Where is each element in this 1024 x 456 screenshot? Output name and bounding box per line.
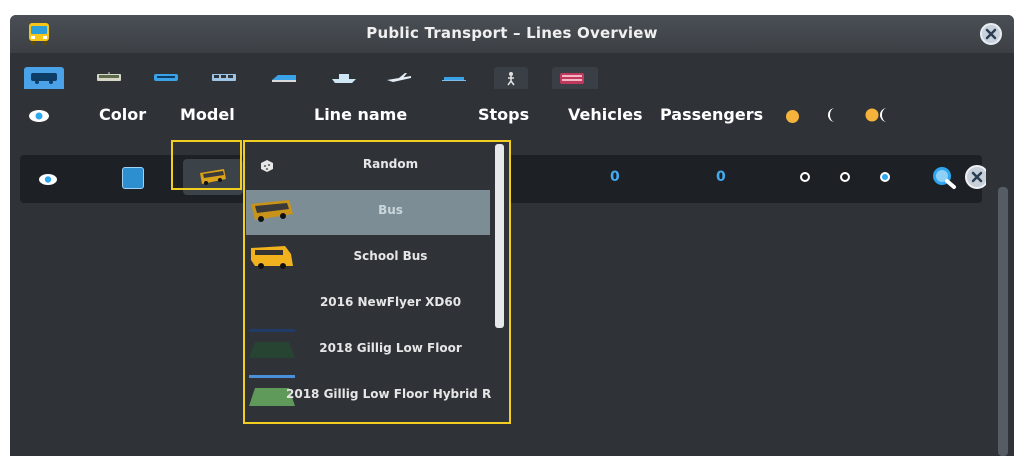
dropdown-item-gillig[interactable]: 2018 Gillig Low Floor	[246, 328, 490, 373]
dropdown-item-label: Random	[362, 157, 419, 171]
tab-ship[interactable]	[324, 67, 364, 89]
dice-icon	[260, 158, 274, 177]
tram-icon	[97, 72, 121, 81]
line-color-swatch[interactable]	[122, 167, 144, 189]
dropdown-item-label: 2018 Gillig Low Floor	[319, 341, 462, 355]
column-passengers[interactable]: Passengers	[660, 105, 763, 124]
dropdown-item-school-bus[interactable]: School Bus	[246, 236, 490, 281]
tab-bus[interactable]	[24, 67, 64, 89]
model-highlight	[171, 140, 242, 190]
lines-overview-window: Public Transport – Lines Overview Color …	[10, 15, 1014, 456]
scrollbar-thumb[interactable]	[998, 187, 1008, 456]
tab-pedestrian[interactable]	[494, 67, 528, 89]
dropdown-item-label: Bus	[378, 203, 403, 217]
passenger-count: 0	[716, 169, 726, 185]
list-scrollbar[interactable]	[986, 139, 1014, 456]
column-model[interactable]: Model	[180, 105, 235, 124]
schedule-day-night-radio[interactable]	[880, 172, 890, 182]
ship-icon	[332, 74, 356, 83]
magnifier-icon[interactable]	[932, 166, 958, 194]
schedule-day-radio[interactable]	[800, 172, 810, 182]
metro-icon	[154, 74, 178, 81]
column-vehicles[interactable]: Vehicles	[568, 105, 643, 124]
tab-airplane[interactable]	[379, 67, 419, 89]
train-icon	[212, 74, 236, 81]
dropdown-item-gillig-hybrid[interactable]: 2018 Gillig Low Floor Hybrid R	[246, 374, 492, 419]
dropdown-scrollbar[interactable]	[495, 144, 504, 328]
eye-icon[interactable]	[28, 108, 50, 127]
column-color[interactable]: Color	[99, 105, 146, 124]
gillig-thumbnail	[249, 328, 297, 364]
tab-double-decker[interactable]	[552, 67, 598, 89]
airplane-icon	[387, 73, 411, 82]
vehicle-count: 0	[610, 169, 620, 185]
monorail-icon	[272, 75, 296, 82]
double-decker-icon	[560, 73, 584, 84]
dropdown-item-label: 2018 Gillig Low Floor Hybrid R	[286, 387, 492, 401]
dropdown-item-bus[interactable]: Bus	[246, 190, 490, 235]
dropdown-item-random[interactable]: Random	[246, 144, 490, 189]
schedule-night-radio[interactable]	[840, 172, 850, 182]
tab-train[interactable]	[204, 67, 244, 89]
tab-monorail[interactable]	[264, 67, 304, 89]
bus-icon	[31, 73, 57, 84]
model-dropdown[interactable]: Random Bus School Bus 2016 NewFlyer XD60…	[243, 140, 511, 424]
column-line-name[interactable]: Line name	[314, 105, 407, 124]
school-bus-thumbnail	[249, 244, 295, 274]
sun-icon	[786, 110, 799, 123]
window-title: Public Transport – Lines Overview	[366, 24, 658, 42]
title-bar[interactable]: Public Transport – Lines Overview	[10, 15, 1014, 53]
dropdown-item-label: School Bus	[353, 249, 428, 263]
tab-metro[interactable]	[146, 67, 186, 89]
tab-ferry[interactable]	[434, 67, 474, 89]
pedestrian-icon	[507, 72, 515, 86]
eye-icon[interactable]	[38, 171, 58, 190]
column-stops[interactable]: Stops	[478, 105, 529, 124]
moon-icon	[826, 107, 840, 127]
close-icon[interactable]	[980, 23, 1002, 45]
dropdown-item-label: 2016 NewFlyer XD60	[319, 295, 462, 309]
tab-tram[interactable]	[89, 67, 129, 89]
dropdown-item-newflyer[interactable]: 2016 NewFlyer XD60	[246, 282, 490, 327]
ferry-icon	[442, 77, 466, 81]
sun-moon-icon	[864, 107, 894, 127]
bus-thumbnail	[249, 198, 295, 228]
